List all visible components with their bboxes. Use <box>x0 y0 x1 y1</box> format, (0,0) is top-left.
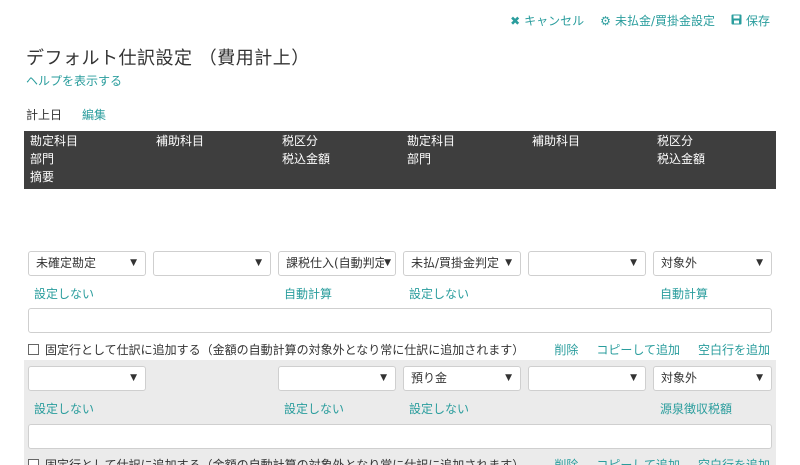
journal-row-extra: 固定行として仕訳に追加する（金額の自動計算の対象外となり常に仕訳に追加されます）… <box>24 306 776 360</box>
page-title: デフォルト仕訳設定 （費用計上） <box>26 48 310 69</box>
chevron-down-icon: ▼ <box>255 258 262 268</box>
chevron-down-icon: ▼ <box>380 373 387 383</box>
header-memo: 摘要 <box>30 170 55 184</box>
debit-amount-link[interactable]: 自動計算 <box>284 285 332 302</box>
delete-link[interactable]: 削除 <box>554 456 578 465</box>
credit-amount-link[interactable]: 源泉徴収税額 <box>660 400 732 417</box>
header-debit-account: 勘定科目 <box>30 134 79 148</box>
header-dept: 部門 <box>30 152 55 166</box>
credit-dept-link[interactable]: 設定しない <box>409 285 469 302</box>
save-label: 保存 <box>745 14 770 28</box>
credit-sub-select[interactable]: ▼ <box>528 251 646 276</box>
credit-account-value: 未払/買掛金判定 <box>411 256 500 270</box>
chevron-down-icon: ▼ <box>505 258 512 268</box>
fixed-row-checkbox[interactable] <box>28 344 39 355</box>
header-tax-included: 税込金額 <box>282 152 331 166</box>
credit-sub-select[interactable]: ▼ <box>528 366 646 391</box>
debit-account-select[interactable]: ▼ <box>28 366 146 391</box>
credit-account-value: 預り金 <box>411 371 448 385</box>
debit-tax-select[interactable]: ▼ <box>278 366 396 391</box>
memo-input[interactable] <box>28 308 772 333</box>
fixed-row-option[interactable]: 固定行として仕訳に追加する（金額の自動計算の対象外となり常に仕訳に追加されます） <box>28 341 524 358</box>
journal-table: 勘定科目 補助科目 税区分 勘定科目 補助科目 税区分 部門 税込金額 部門 税… <box>24 131 776 465</box>
copy-add-link[interactable]: コピーして追加 <box>596 341 680 358</box>
chevron-down-icon: ▼ <box>756 258 763 268</box>
top-toolbar: ✖ キャンセル ⚙ 未払金/買掛金設定 保存 <box>510 12 770 29</box>
chevron-down-icon: ▼ <box>505 373 512 383</box>
fixed-row-checkbox[interactable] <box>28 459 39 465</box>
credit-tax-value: 対象外 <box>661 256 698 270</box>
header-credit-sub: 補助科目 <box>532 134 581 148</box>
debit-amount-link[interactable]: 設定しない <box>284 400 344 417</box>
chevron-down-icon: ▼ <box>630 373 637 383</box>
unpaid-settings-label: 未払金/買掛金設定 <box>614 14 715 28</box>
credit-tax-select[interactable]: 対象外 ▼ <box>653 251 772 276</box>
chevron-down-icon: ▼ <box>384 252 391 275</box>
header-debit-tax: 税区分 <box>282 134 319 148</box>
debit-tax-select[interactable]: 課税仕入(自動判定 ▼ <box>278 251 396 276</box>
header-credit-dept: 部門 <box>407 152 432 166</box>
fixed-row-label: 固定行として仕訳に追加する（金額の自動計算の対象外となり常に仕訳に追加されます） <box>45 458 525 465</box>
add-blank-row-link[interactable]: 空白行を追加 <box>698 456 770 465</box>
cancel-label: キャンセル <box>524 14 585 28</box>
credit-amount-link[interactable]: 自動計算 <box>660 285 708 302</box>
debit-sub-select[interactable]: ▼ <box>153 251 271 276</box>
credit-tax-select[interactable]: 対象外 ▼ <box>653 366 772 391</box>
debit-account-select[interactable]: 未確定勘定 ▼ <box>28 251 146 276</box>
header-credit-account: 勘定科目 <box>407 134 456 148</box>
chevron-down-icon: ▼ <box>630 258 637 268</box>
delete-link[interactable]: 削除 <box>554 341 578 358</box>
debit-tax-value: 課税仕入(自動判定 <box>286 256 387 270</box>
credit-dept-link[interactable]: 設定しない <box>409 400 469 417</box>
copy-add-link[interactable]: コピーして追加 <box>596 456 680 465</box>
date-row: 計上日 編集 <box>26 106 106 123</box>
close-icon: ✖ <box>510 13 521 28</box>
header-credit-tax: 税区分 <box>657 134 694 148</box>
edit-link[interactable]: 編集 <box>82 106 106 123</box>
credit-account-select[interactable]: 未払/買掛金判定 ▼ <box>403 251 521 276</box>
credit-account-select[interactable]: 預り金 ▼ <box>403 366 521 391</box>
memo-input[interactable] <box>28 424 772 449</box>
credit-tax-value: 対象外 <box>661 371 698 385</box>
fixed-row-option[interactable]: 固定行として仕訳に追加する（金額の自動計算の対象外となり常に仕訳に追加されます） <box>28 456 524 465</box>
gear-icon: ⚙ <box>600 13 611 28</box>
debit-dept-link[interactable]: 設定しない <box>34 285 94 302</box>
add-blank-row-link[interactable]: 空白行を追加 <box>698 341 770 358</box>
chevron-down-icon: ▼ <box>130 258 137 268</box>
header-debit-sub: 補助科目 <box>156 134 205 148</box>
header-credit-tax-included: 税込金額 <box>657 152 706 166</box>
row-actions: 削除 コピーして追加 空白行を追加 <box>554 456 770 465</box>
debit-dept-link[interactable]: 設定しない <box>34 400 94 417</box>
table-header: 勘定科目 補助科目 税区分 勘定科目 補助科目 税区分 部門 税込金額 部門 税… <box>24 131 776 189</box>
help-link[interactable]: ヘルプを表示する <box>26 72 122 89</box>
save-button[interactable]: 保存 <box>731 12 770 29</box>
debit-account-value: 未確定勘定 <box>36 256 97 270</box>
unpaid-settings-button[interactable]: ⚙ 未払金/買掛金設定 <box>600 12 715 29</box>
chevron-down-icon: ▼ <box>756 373 763 383</box>
journal-row: 未確定勘定 ▼ ▼ 課税仕入(自動判定 ▼ 未払/買掛金判定 ▼ ▼ 対象外 ▼… <box>24 189 776 306</box>
journal-row: ▼ ▼ 預り金 ▼ ▼ 対象外 ▼ 設定しない 設定しない 設定しない 源泉徴収… <box>24 360 776 465</box>
cancel-button[interactable]: ✖ キャンセル <box>510 12 584 29</box>
fixed-row-label: 固定行として仕訳に追加する（金額の自動計算の対象外となり常に仕訳に追加されます） <box>45 343 525 357</box>
chevron-down-icon: ▼ <box>130 373 137 383</box>
save-icon <box>731 14 742 28</box>
date-label: 計上日 <box>26 108 63 122</box>
row-actions: 削除 コピーして追加 空白行を追加 <box>554 341 770 358</box>
